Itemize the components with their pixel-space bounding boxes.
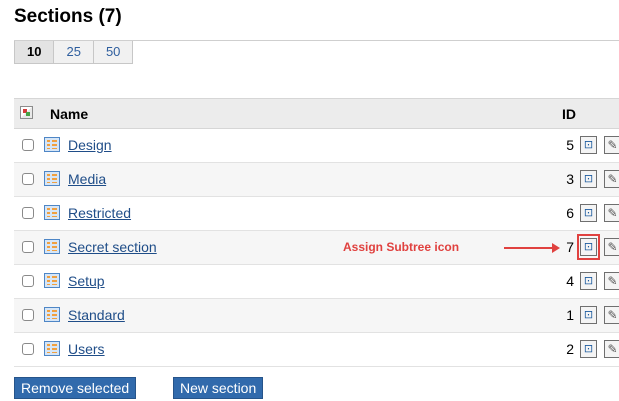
assign-subtree-icon[interactable]: ⊡ (580, 136, 597, 154)
assign-subtree-icon[interactable]: ⊡ (580, 306, 597, 324)
row-checkbox[interactable] (22, 309, 34, 321)
section-name-link[interactable]: Users (68, 341, 105, 357)
new-section-button[interactable]: New section (173, 377, 264, 399)
section-id: 5 (566, 137, 574, 153)
section-icon (44, 239, 60, 254)
column-header-id: ID (562, 106, 576, 122)
section-name-link[interactable]: Secret section (68, 239, 157, 255)
section-icon (44, 273, 60, 288)
assign-subtree-icon[interactable]: ⊡ (580, 170, 597, 188)
row-checkbox[interactable] (22, 207, 34, 219)
page-size-option[interactable]: 25 (53, 41, 92, 63)
edit-pencil-icon[interactable]: ✎ (604, 238, 619, 256)
row-checkbox[interactable] (22, 139, 34, 151)
page-size-option[interactable]: 50 (92, 41, 132, 63)
sections-table: Name ID Design 5 ⊡ ✎ Media 3 ⊡ ✎ Restric… (14, 98, 619, 367)
assign-subtree-icon[interactable]: ⊡ (580, 238, 597, 256)
section-icon (44, 205, 60, 220)
edit-pencil-icon[interactable]: ✎ (604, 204, 619, 222)
section-name-link[interactable]: Design (68, 137, 112, 153)
row-checkbox[interactable] (22, 343, 34, 355)
section-icon (44, 137, 60, 152)
edit-pencil-icon[interactable]: ✎ (604, 306, 619, 324)
assign-subtree-icon[interactable]: ⊡ (580, 340, 597, 358)
table-row: Restricted 6 ⊡ ✎ (14, 197, 619, 231)
edit-pencil-icon[interactable]: ✎ (604, 136, 619, 154)
section-icon (44, 307, 60, 322)
section-id: 6 (566, 205, 574, 221)
section-id: 4 (566, 273, 574, 289)
edit-pencil-icon[interactable]: ✎ (604, 272, 619, 290)
table-header: Name ID (14, 98, 619, 129)
page-size-option[interactable]: 10 (15, 41, 54, 63)
section-name-link[interactable]: Setup (68, 273, 105, 289)
section-name-link[interactable]: Restricted (68, 205, 131, 221)
section-icon (44, 171, 60, 186)
section-name-link[interactable]: Standard (68, 307, 125, 323)
assign-subtree-icon[interactable]: ⊡ (580, 204, 597, 222)
table-row: Design 5 ⊡ ✎ (14, 129, 619, 163)
assign-subtree-icon[interactable]: ⊡ (580, 272, 597, 290)
section-id: 2 (566, 341, 574, 357)
section-id: 1 (566, 307, 574, 323)
table-row: Secret section Assign Subtree icon 7 ⊡ ✎ (14, 231, 619, 265)
items-per-page-switcher: 10 25 50 (14, 41, 134, 64)
edit-pencil-icon[interactable]: ✎ (604, 340, 619, 358)
remove-selected-button[interactable]: Remove selected (14, 377, 137, 399)
table-row: Standard 1 ⊡ ✎ (14, 299, 619, 333)
row-checkbox[interactable] (22, 241, 34, 253)
table-row: Media 3 ⊡ ✎ (14, 163, 619, 197)
edit-pencil-icon[interactable]: ✎ (604, 170, 619, 188)
column-header-name: Name (50, 106, 89, 122)
table-row: Users 2 ⊡ ✎ (14, 333, 619, 367)
table-row: Setup 4 ⊡ ✎ (14, 265, 619, 299)
page-title: Sections (7) (14, 6, 122, 27)
section-id: 7 (566, 239, 574, 255)
row-checkbox[interactable] (22, 173, 34, 185)
annotation-label: Assign Subtree icon (343, 240, 460, 254)
section-id: 3 (566, 171, 574, 187)
invert-selection-icon[interactable] (20, 106, 33, 119)
section-name-link[interactable]: Media (68, 171, 106, 187)
section-icon (44, 341, 60, 356)
row-checkbox[interactable] (22, 275, 34, 287)
annotation-arrow-icon (504, 243, 560, 253)
